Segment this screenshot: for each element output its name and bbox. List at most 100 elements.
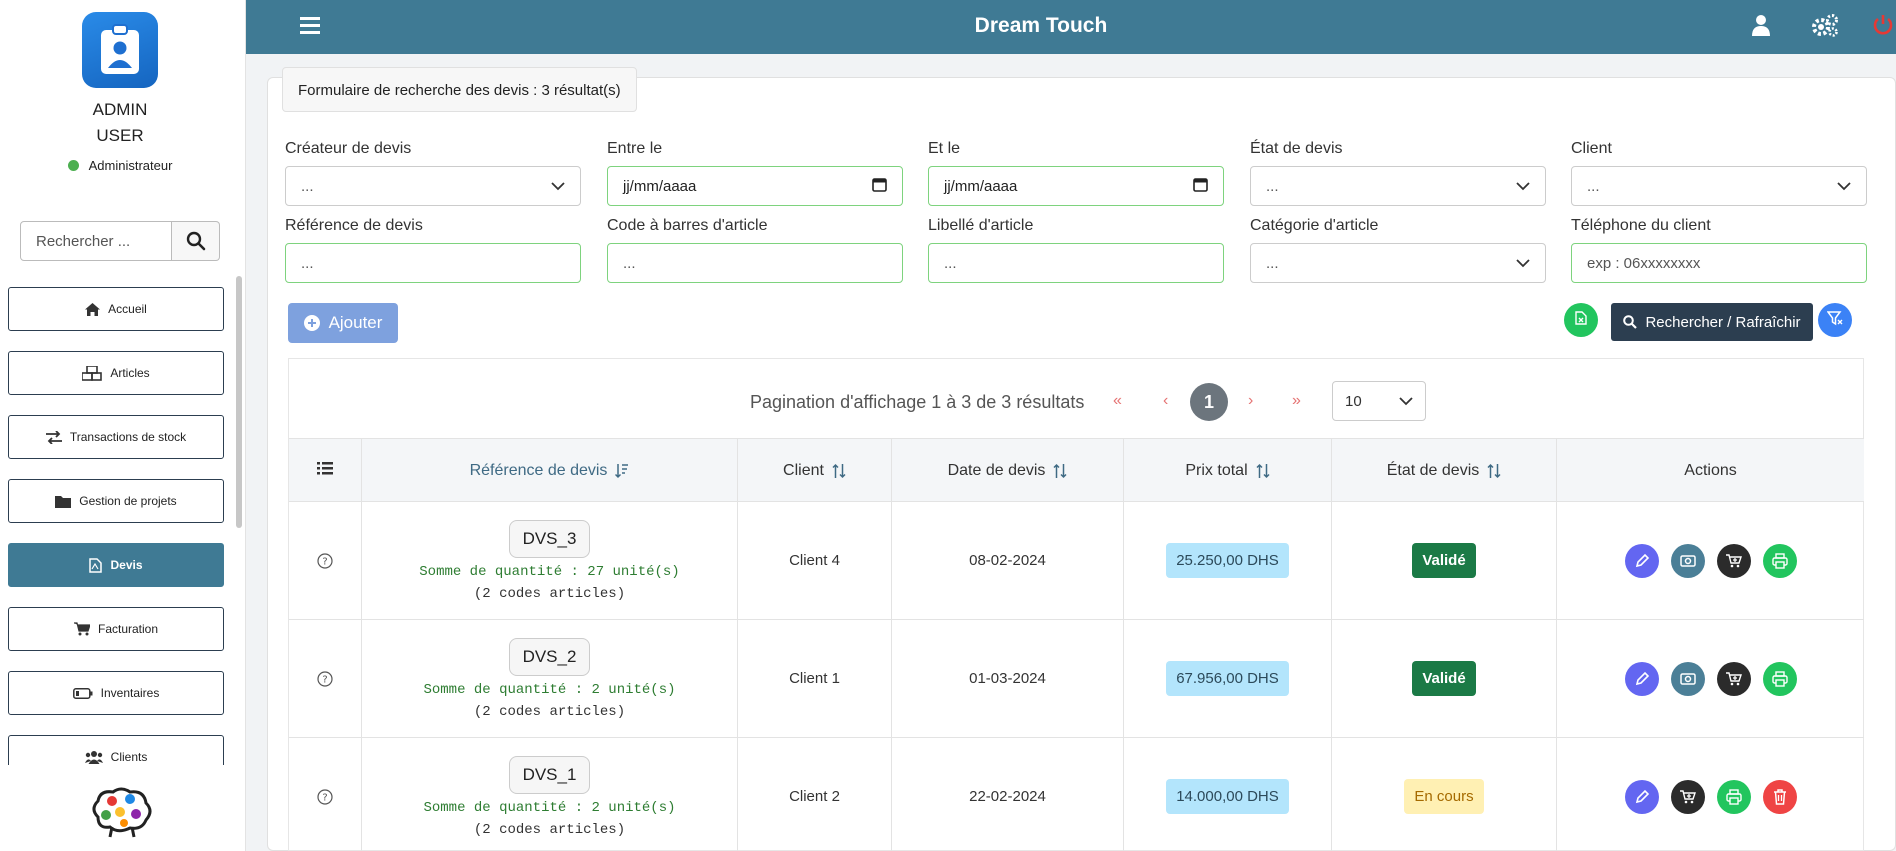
reference-badge[interactable]: DVS_2	[508, 637, 591, 676]
sort-arrows-icon[interactable]	[1487, 463, 1501, 479]
clear-filter-button[interactable]	[1818, 303, 1852, 337]
table-row: ? DVS_1 Somme de quantité : 2 unité(s) (…	[289, 738, 1864, 851]
photo-icon	[1679, 672, 1696, 685]
telephone-label: Téléphone du client	[1571, 217, 1711, 234]
reference-cell: DVS_1 Somme de quantité : 2 unité(s) (2 …	[362, 738, 738, 851]
entre-le-date-input[interactable]: jj/mm/aaaa	[607, 166, 903, 206]
edit-button[interactable]	[1624, 661, 1659, 696]
reference-badge[interactable]: DVS_1	[508, 755, 591, 794]
etat-cell: Validé	[1332, 620, 1557, 737]
categorie-label: Catégorie d'article	[1250, 217, 1379, 234]
sidebar-search-button[interactable]	[172, 221, 220, 261]
barcode-label: Code à barres d'article	[607, 217, 768, 234]
calendar-icon[interactable]	[1193, 177, 1208, 196]
row-help-icon[interactable]: ?	[289, 738, 362, 851]
row-help-icon[interactable]: ?	[289, 620, 362, 737]
entre-le-label: Entre le	[607, 140, 663, 157]
chevron-down-icon	[1516, 255, 1530, 272]
app-logo	[82, 12, 158, 88]
etat-label: État de devis	[1250, 140, 1343, 157]
libelle-input[interactable]: ...	[928, 243, 1224, 283]
sort-arrows-icon[interactable]	[832, 463, 846, 479]
pagination-first-button[interactable]: «	[1113, 392, 1122, 410]
quantity-sum: Somme de quantité : 27 unité(s)	[419, 563, 680, 580]
sidebar-item-clients[interactable]: Clients	[8, 735, 224, 765]
sort-arrows-icon[interactable]	[1256, 463, 1270, 479]
libelle-label: Libellé d'article	[928, 217, 1034, 234]
pagination-last-button[interactable]: »	[1292, 392, 1301, 410]
telephone-input[interactable]: exp : 06xxxxxxxx	[1571, 243, 1867, 283]
settings-gears-icon[interactable]	[1811, 14, 1839, 43]
sidebar-item-articles[interactable]: Articles	[8, 351, 224, 395]
cart-plus-icon	[1725, 671, 1742, 685]
chevron-down-icon	[1516, 178, 1530, 195]
barcode-input[interactable]: ...	[607, 243, 903, 283]
page-size-select[interactable]: 10	[1332, 381, 1426, 421]
createur-label: Créateur de devis	[285, 140, 412, 157]
edit-button[interactable]	[1624, 779, 1659, 814]
sidebar-item-inventaires[interactable]: Inventaires	[8, 671, 224, 715]
search-refresh-button[interactable]: Rechercher / Rafraîchir	[1611, 303, 1813, 341]
sidebar-item-accueil[interactable]: Accueil	[8, 287, 224, 331]
printer-icon	[1771, 670, 1788, 687]
column-toggle-button[interactable]	[289, 439, 362, 503]
client-select[interactable]: ...	[1571, 166, 1867, 206]
categorie-select[interactable]: ...	[1250, 243, 1546, 283]
print-button[interactable]	[1762, 661, 1797, 696]
user-profile-icon[interactable]	[1752, 14, 1770, 41]
chevron-down-icon	[1837, 178, 1851, 195]
pagination-prev-button[interactable]: ‹	[1163, 392, 1168, 410]
column-header-client[interactable]: Client	[738, 439, 892, 503]
user-last-name: USER	[96, 126, 144, 145]
column-header-prix[interactable]: Prix total	[1124, 439, 1332, 503]
chevron-down-icon	[551, 178, 565, 195]
sort-desc-icon[interactable]	[615, 463, 629, 479]
etat-cell: En cours	[1332, 738, 1557, 851]
et-le-date-input[interactable]: jj/mm/aaaa	[928, 166, 1224, 206]
column-header-reference[interactable]: Référence de devis	[362, 439, 738, 503]
price-badge: 67.956,00 DHS	[1166, 661, 1289, 696]
view-button[interactable]	[1670, 543, 1705, 578]
actions-cell	[1557, 620, 1864, 737]
export-excel-button[interactable]	[1564, 303, 1598, 337]
reference-input[interactable]: ...	[285, 243, 581, 283]
price-badge: 14.000,00 DHS	[1166, 779, 1289, 814]
view-button[interactable]	[1670, 661, 1705, 696]
sidebar-item-devis[interactable]: Devis	[8, 543, 224, 587]
row-help-icon[interactable]: ?	[289, 502, 362, 619]
convert-to-invoice-button[interactable]	[1716, 661, 1751, 696]
pagination-summary: Pagination d'affichage 1 à 3 de 3 résult…	[750, 392, 1085, 412]
edit-button[interactable]	[1624, 543, 1659, 578]
printer-icon	[1771, 552, 1788, 569]
cart-plus-icon	[1725, 553, 1742, 567]
boxes-icon	[82, 365, 103, 381]
print-button[interactable]	[1716, 779, 1751, 814]
user-role: Administrateur	[0, 158, 240, 173]
print-button[interactable]	[1762, 543, 1797, 578]
convert-to-invoice-button[interactable]	[1716, 543, 1751, 578]
sidebar-scrollbar[interactable]	[236, 276, 242, 528]
sidebar-item-transactions[interactable]: Transactions de stock	[8, 415, 224, 459]
sidebar-search-input[interactable]: Rechercher ...	[20, 221, 172, 261]
sidebar-item-facturation[interactable]: Facturation	[8, 607, 224, 651]
etat-select[interactable]: ...	[1250, 166, 1546, 206]
createur-select[interactable]: ...	[285, 166, 581, 206]
power-logout-icon[interactable]	[1872, 14, 1894, 41]
sidebar-item-projets[interactable]: Gestion de projets	[8, 479, 224, 523]
column-header-etat[interactable]: État de devis	[1332, 439, 1557, 503]
status-badge: Validé	[1412, 543, 1476, 578]
pagination-next-button[interactable]: ›	[1248, 392, 1253, 410]
reference-badge[interactable]: DVS_3	[508, 519, 591, 558]
client-cell: Client 2	[738, 738, 892, 851]
client-label: Client	[1571, 140, 1612, 157]
add-devis-button[interactable]: Ajouter	[288, 303, 398, 343]
delete-button[interactable]	[1762, 779, 1797, 814]
column-header-date[interactable]: Date de devis	[892, 439, 1124, 503]
pagination-current-page[interactable]: 1	[1190, 383, 1228, 421]
sort-arrows-icon[interactable]	[1053, 463, 1067, 479]
excel-file-icon	[1575, 310, 1587, 330]
date-cell: 01-03-2024	[892, 620, 1124, 737]
calendar-icon[interactable]	[872, 177, 887, 196]
cart-plus-icon	[1679, 789, 1696, 803]
convert-to-invoice-button[interactable]	[1670, 779, 1705, 814]
